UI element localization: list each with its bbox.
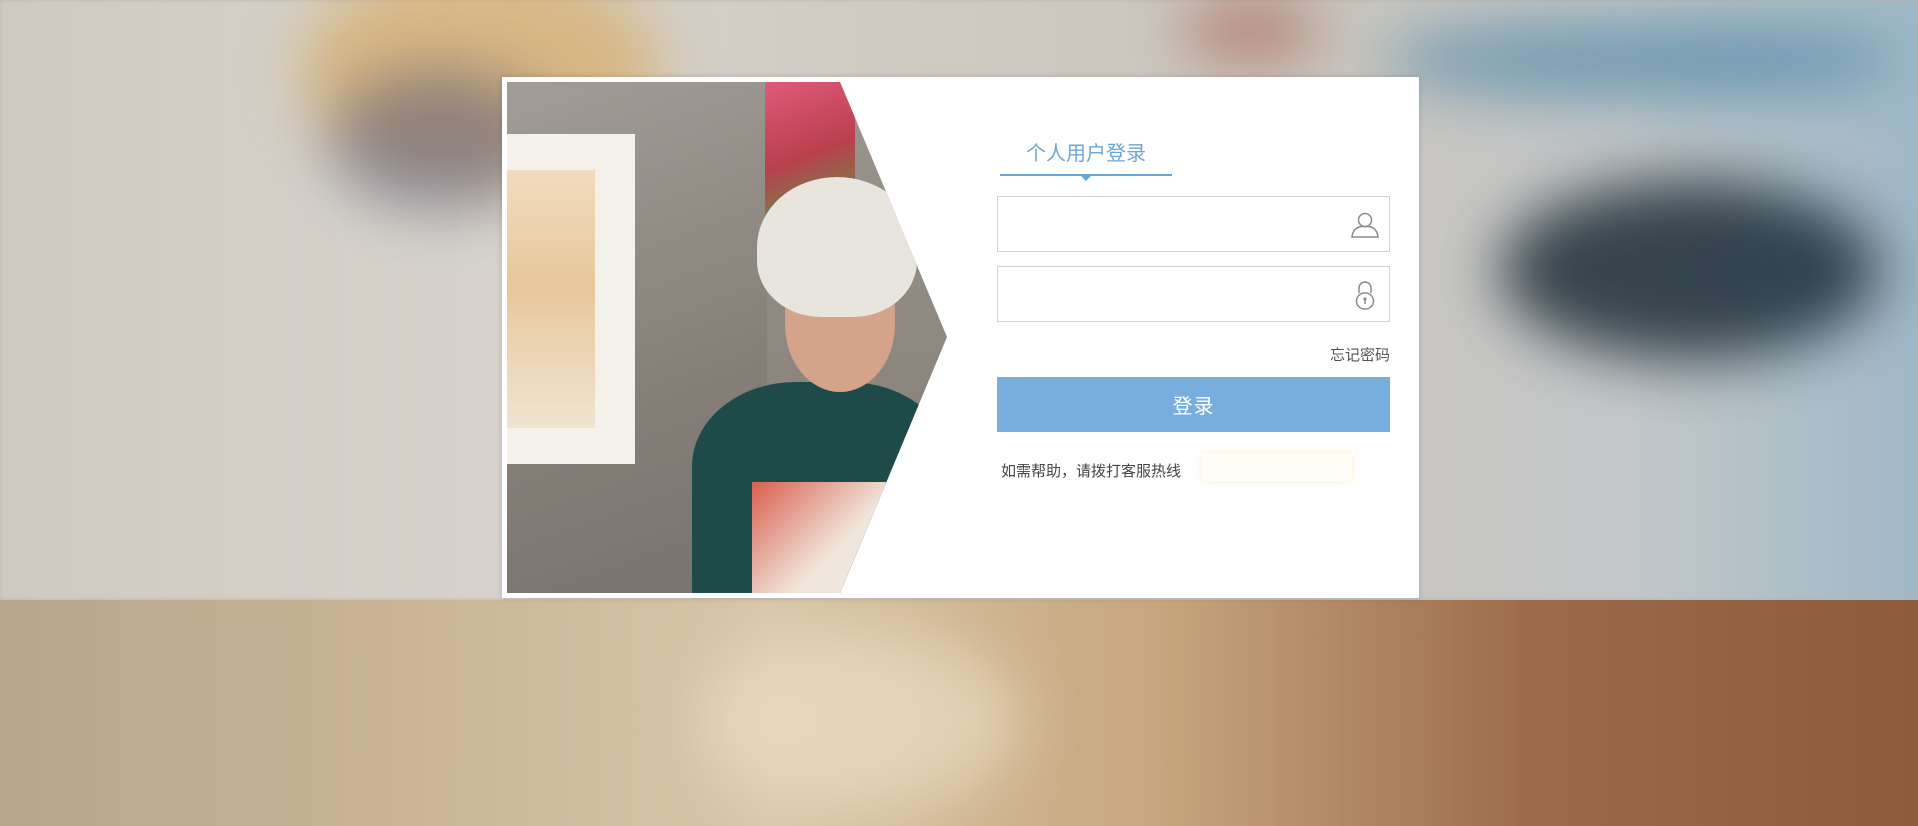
login-card: 个人用户登录 忘记密码 登录 如需帮助，请拨打客服热线	[502, 77, 1419, 598]
forgot-password-link[interactable]: 忘记密码	[1286, 344, 1390, 365]
username-field	[997, 196, 1390, 252]
login-button[interactable]: 登录	[997, 377, 1390, 432]
user-icon	[1351, 212, 1379, 238]
hotline-number	[1202, 453, 1352, 481]
password-field	[997, 266, 1390, 322]
username-input[interactable]	[998, 197, 1328, 251]
caret-down-icon	[1081, 176, 1091, 181]
tab-personal-login[interactable]: 个人用户登录	[1000, 137, 1172, 167]
help-text: 如需帮助，请拨打客服热线	[1001, 462, 1182, 480]
password-input[interactable]	[998, 267, 1328, 321]
lock-icon	[1355, 281, 1375, 310]
hero-photo	[507, 82, 947, 593]
